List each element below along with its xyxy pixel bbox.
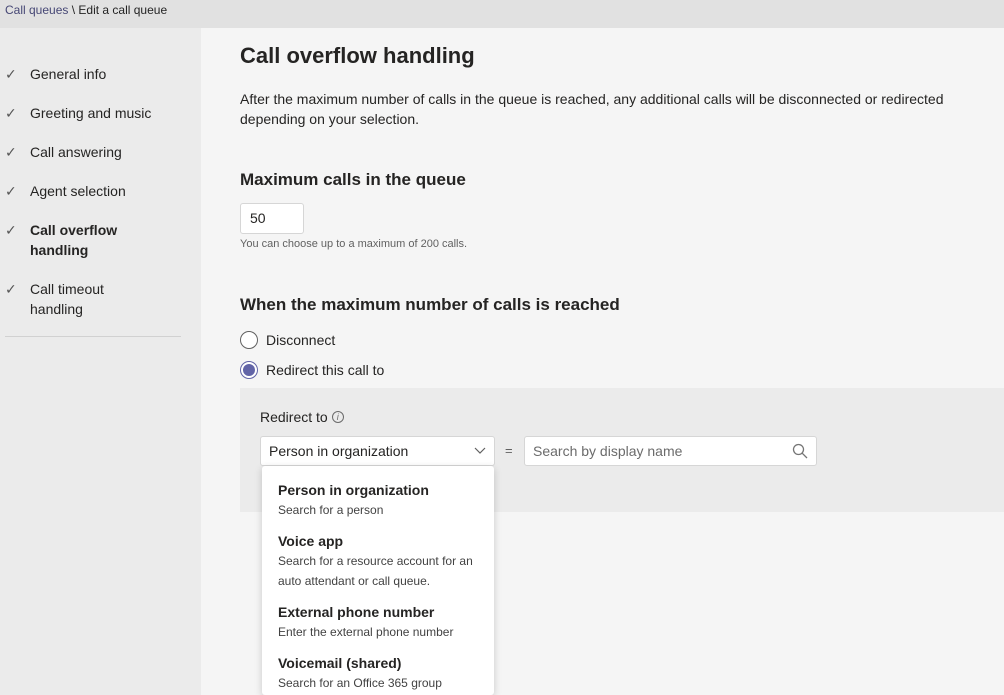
sidebar-divider: [5, 336, 181, 337]
sidebar-item-label: Call timeout handling: [30, 281, 104, 317]
page-title: Call overflow handling: [240, 43, 475, 68]
checkmark-icon: ✓: [5, 183, 17, 199]
redirect-label: Redirect to i: [260, 409, 344, 425]
option-subtitle: Search for an Office 365 group: [278, 676, 442, 690]
info-icon[interactable]: i: [331, 411, 344, 423]
sidebar: ✓ General info ✓ Greeting and music ✓ Ca…: [0, 28, 201, 695]
search-icon: [792, 443, 808, 459]
dropdown-option-external-phone[interactable]: External phone number Enter the external…: [278, 602, 488, 642]
sidebar-item-general-info[interactable]: ✓ General info: [0, 64, 200, 84]
sidebar-item-label: Agent selection: [30, 183, 126, 199]
checkmark-icon: ✓: [5, 281, 17, 297]
redirect-type-dropdown: Person in organization Search for a pers…: [262, 466, 494, 695]
radio-checked-icon: [240, 361, 258, 379]
breadcrumb: Call queues \ Edit a call queue: [0, 0, 1004, 28]
sidebar-item-agent-selection[interactable]: ✓ Agent selection: [0, 181, 200, 201]
radio-unchecked-icon: [240, 331, 258, 349]
redirect-type-select[interactable]: Person in organization: [260, 436, 495, 466]
breadcrumb-separator: \: [68, 3, 79, 17]
sidebar-item-label: Greeting and music: [30, 105, 152, 121]
option-subtitle: Enter the external phone number: [278, 625, 454, 639]
max-reached-heading: When the maximum number of calls is reac…: [240, 295, 620, 314]
page-description: After the maximum number of calls in the…: [240, 91, 944, 127]
option-title: Voice app: [278, 533, 344, 549]
max-calls-heading: Maximum calls in the queue: [240, 170, 466, 189]
checkmark-icon: ✓: [5, 144, 17, 160]
sidebar-item-label: General info: [30, 66, 107, 82]
search-placeholder: Search by display name: [533, 443, 683, 459]
option-title: External phone number: [278, 604, 435, 620]
sidebar-item-label: Call overflow handling: [30, 222, 118, 258]
sidebar-item-call-answering[interactable]: ✓ Call answering: [0, 142, 200, 162]
redirect-radio[interactable]: Redirect this call to: [240, 361, 384, 379]
option-title: Person in organization: [278, 482, 429, 498]
breadcrumb-current: Edit a call queue: [78, 3, 168, 17]
redirect-type-value: Person in organization: [269, 443, 409, 459]
disconnect-radio[interactable]: Disconnect: [240, 331, 335, 349]
max-calls-input[interactable]: 50: [240, 203, 304, 234]
checkmark-icon: ✓: [5, 105, 17, 121]
dropdown-option-voice-app[interactable]: Voice app Search for a resource account …: [278, 531, 488, 591]
main-content: Call overflow handling After the maximum…: [201, 28, 1004, 695]
breadcrumb-link-call-queues[interactable]: Call queues: [5, 3, 68, 17]
redirect-radio-label: Redirect this call to: [266, 362, 385, 378]
sidebar-item-greeting-and-music[interactable]: ✓ Greeting and music: [0, 103, 200, 123]
option-title: Voicemail (shared): [278, 655, 402, 671]
sidebar-item-call-overflow-handling[interactable]: ✓ Call overflow handling: [0, 220, 200, 260]
option-subtitle: Search for a person: [278, 503, 384, 517]
checkmark-icon: ✓: [5, 66, 17, 82]
sidebar-item-label: Call answering: [30, 144, 122, 160]
equals-sign: =: [505, 443, 513, 458]
search-display-name-input[interactable]: Search by display name: [524, 436, 817, 466]
dropdown-option-voicemail[interactable]: Voicemail (shared) Search for an Office …: [278, 653, 488, 693]
redirect-label-text: Redirect to: [260, 409, 328, 425]
disconnect-radio-label: Disconnect: [266, 332, 336, 348]
checkmark-icon: ✓: [5, 222, 17, 238]
option-subtitle: Search for a resource account for an aut…: [278, 554, 473, 588]
dropdown-option-person[interactable]: Person in organization Search for a pers…: [278, 480, 488, 520]
max-calls-hint: You can choose up to a maximum of 200 ca…: [240, 238, 468, 250]
sidebar-item-call-timeout-handling[interactable]: ✓ Call timeout handling: [0, 279, 200, 319]
